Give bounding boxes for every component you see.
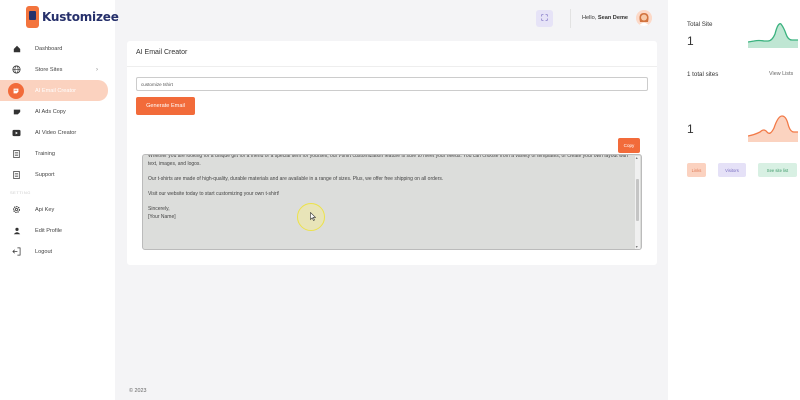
email-creator-icon	[8, 82, 24, 99]
links-badge[interactable]: Links	[687, 163, 706, 177]
ads-copy-icon	[12, 107, 21, 116]
generated-email-textarea[interactable]: Whether you are looking for a unique gif…	[142, 154, 642, 250]
sidebar-nav: Dashboard Store Sites › AI Email Creator…	[0, 38, 115, 262]
email-paragraph: Our t-shirts are made of high-quality, d…	[148, 175, 444, 182]
scroll-thumb[interactable]	[636, 179, 639, 222]
view-lists-link[interactable]: View Lists	[769, 71, 793, 77]
sidebar-item-label: Logout	[35, 248, 53, 255]
document-icon	[12, 170, 21, 179]
scroll-down-arrow-icon[interactable]: ▼	[635, 245, 638, 249]
sidebar: Kustomizee Dashboard Store Sites › AI Em…	[0, 0, 119, 400]
sidebar-item-api-key[interactable]: Api Key	[0, 199, 115, 220]
page-title: AI Email Creator	[136, 49, 188, 56]
top-header: Hello, Sean Deme	[115, 0, 668, 36]
document-icon	[12, 149, 21, 158]
email-paragraph: Visit our website today to start customi…	[148, 191, 280, 198]
logout-icon	[12, 247, 21, 256]
sidebar-item-training[interactable]: Training	[0, 143, 115, 164]
generate-email-button[interactable]: Generate Email	[136, 97, 195, 115]
sidebar-item-ai-video-creator[interactable]: AI Video Creator	[0, 122, 115, 143]
email-paragraph: Whether you are looking for a unique gif…	[148, 154, 628, 167]
fullscreen-icon	[541, 14, 548, 23]
sidebar-item-edit-profile[interactable]: Edit Profile	[0, 220, 115, 241]
prompt-input[interactable]	[136, 77, 648, 91]
sidebar-item-ai-email-creator[interactable]: AI Email Creator	[0, 80, 108, 101]
logo[interactable]: Kustomizee	[26, 6, 119, 28]
sidebar-item-label: Support	[35, 171, 55, 178]
sidebar-item-logout[interactable]: Logout	[0, 241, 115, 262]
email-signature: [Your Name]	[148, 214, 176, 221]
total-site-label: Total Site	[687, 21, 713, 28]
sidebar-item-support[interactable]: Support	[0, 164, 115, 185]
sidebar-item-label: AI Video Creator	[35, 129, 77, 136]
total-site-value: 1	[687, 34, 694, 48]
sidebar-item-ai-ads-copy[interactable]: AI Ads Copy	[0, 101, 115, 122]
footer-copyright: © 2023	[129, 388, 147, 394]
sidebar-item-dashboard[interactable]: Dashboard	[0, 38, 115, 59]
email-signoff: Sincerely,	[148, 206, 170, 213]
sidebar-item-label: AI Ads Copy	[35, 108, 66, 115]
logo-icon	[26, 6, 39, 28]
globe-icon	[12, 65, 21, 74]
logo-text: Kustomizee	[42, 10, 119, 24]
visits-value: 1	[687, 122, 694, 136]
email-creator-card: AI Email Creator Generate Email Copy Whe…	[127, 41, 657, 265]
visits-sparkline-chart	[748, 115, 798, 142]
avatar[interactable]	[636, 10, 652, 26]
video-icon	[12, 128, 21, 137]
chevron-right-icon: ›	[96, 66, 98, 73]
mouse-cursor-icon	[310, 212, 316, 221]
user-greeting[interactable]: Hello, Sean Deme	[582, 15, 628, 21]
sidebar-item-label: AI Email Creator	[35, 87, 77, 94]
home-icon	[12, 44, 21, 53]
gear-icon	[12, 205, 21, 214]
settings-section-label: SETTING	[10, 189, 31, 195]
sidebar-item-label: Store Sites	[35, 66, 63, 73]
user-name: Sean Deme	[597, 15, 629, 21]
fullscreen-button[interactable]	[536, 10, 553, 27]
visitors-badge[interactable]: Visitors	[718, 163, 746, 177]
sidebar-item-label: Edit Profile	[35, 227, 63, 234]
sidebar-item-label: Training	[35, 150, 56, 157]
stats-panel: Total Site 1 1 total sites View Lists 1 …	[668, 0, 800, 400]
total-sites-text: 1 total sites	[687, 71, 719, 78]
sidebar-item-label: Dashboard	[35, 45, 63, 52]
scroll-up-arrow-icon[interactable]: ▲	[635, 156, 638, 160]
header-divider	[570, 9, 571, 28]
see-site-list-button[interactable]: See site list	[758, 163, 797, 177]
card-divider	[127, 66, 657, 67]
sidebar-item-label: Api Key	[35, 206, 55, 213]
copy-button[interactable]: Copy	[618, 138, 640, 153]
site-sparkline-chart	[748, 23, 798, 48]
greeting-prefix: Hello,	[582, 15, 597, 21]
email-content: Whether you are looking for a unique gif…	[148, 154, 632, 222]
user-icon	[12, 226, 21, 235]
email-scrollbar[interactable]: ▲ ▼	[635, 156, 640, 249]
sidebar-item-store-sites[interactable]: Store Sites ›	[0, 59, 115, 80]
